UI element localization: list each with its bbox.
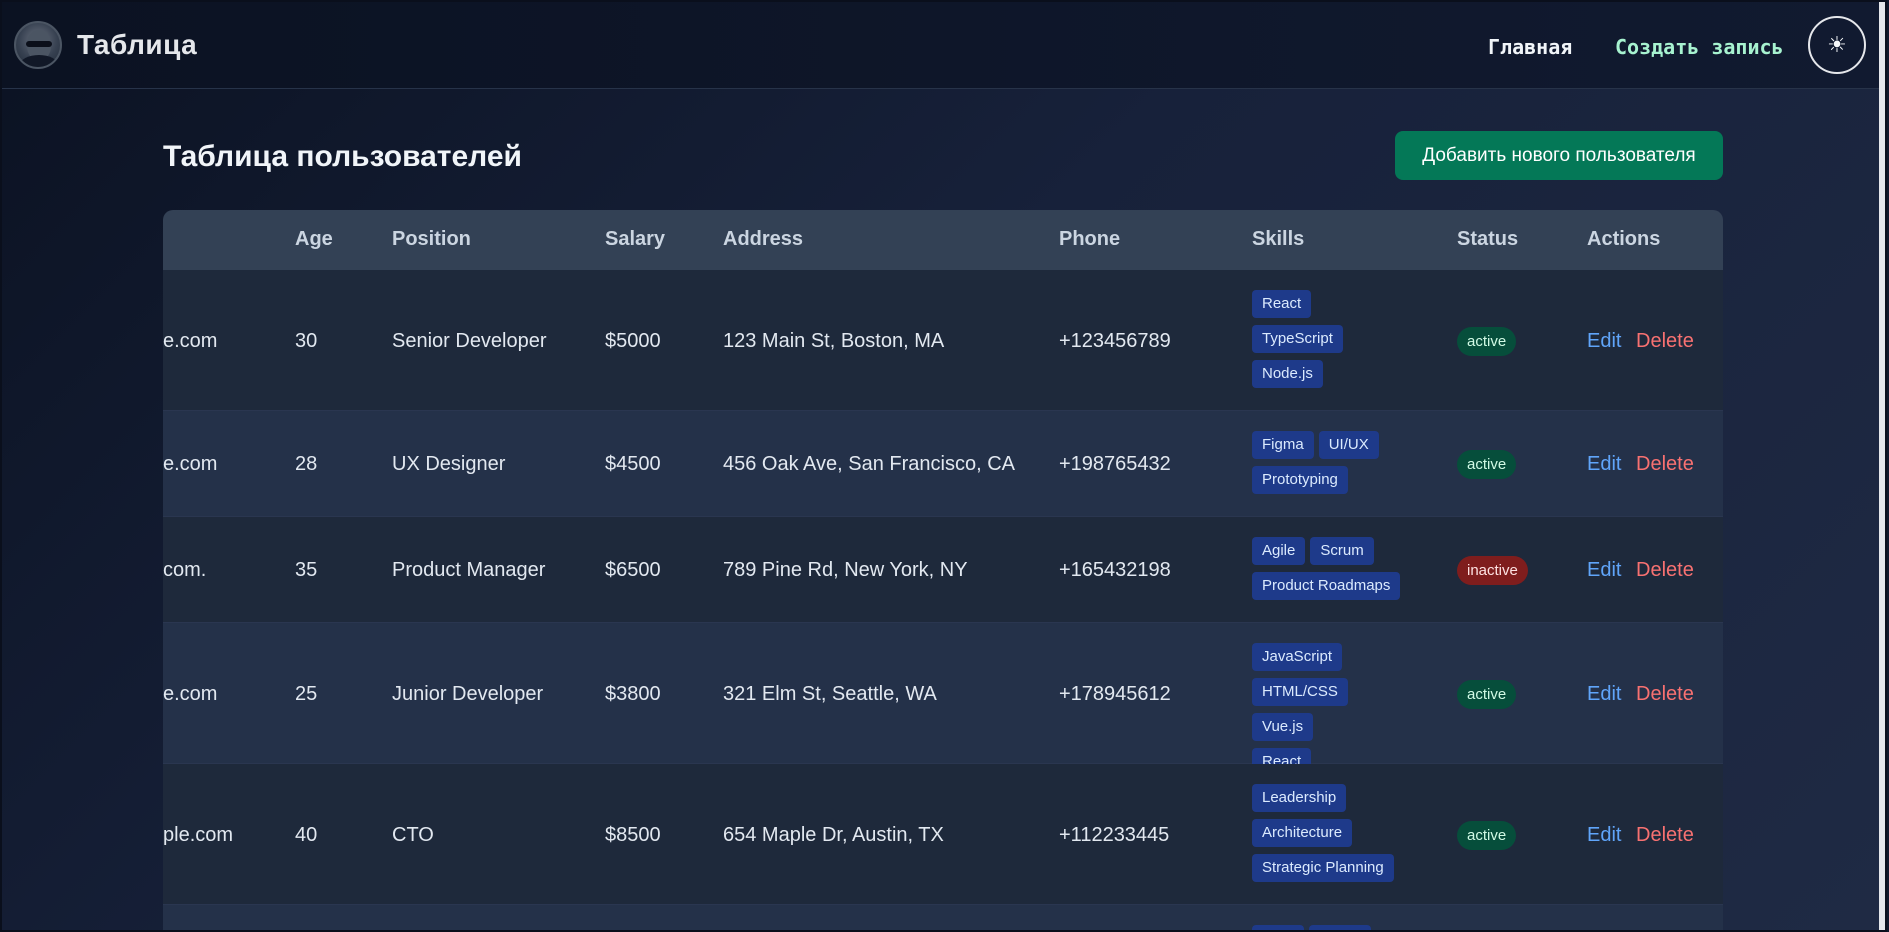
skills-cell [1252,925,1392,930]
skill-tag: TypeScript [1252,325,1343,353]
add-user-button[interactable]: Добавить нового пользователя [1395,131,1723,180]
phone-cell: +198765432 [1059,453,1171,475]
table-row: .com 35 Product Manager $6500 789 Pine R… [163,517,1723,623]
salary-cell: $3800 [605,683,661,705]
column-header-status: Status [1457,228,1519,250]
skill-tag: Product Roadmaps [1252,572,1401,600]
avatar-glasses [26,41,52,47]
phone-cell: +123456789 [1059,330,1171,352]
skill-tag [1309,925,1371,930]
theme-toggle-button[interactable]: ☀ [1808,16,1866,74]
status-badge: active [1457,821,1517,850]
salary-cell: $4500 [605,453,661,475]
phone-cell: +165432198 [1059,559,1171,581]
position-cell: Product Manager [392,559,546,581]
nav-link-create-record[interactable]: Создать запись [1615,35,1784,59]
salary-cell: $5000 [605,330,661,352]
table-row [163,905,1723,930]
skill-tag: Architecture [1252,819,1353,847]
skills-cell: JavaScript HTML/CSS Vue.js React [1252,643,1377,776]
app-window: Таблица Главная Создать запись ☀ Таблица… [0,0,1887,932]
avatar-body [20,55,58,67]
skill-tag: Strategic Planning [1252,854,1394,882]
status-badge: inactive [1457,556,1528,585]
email-cell: e.com [163,330,218,352]
window-edge [1879,2,1885,930]
skill-tag: Vue.js [1252,713,1314,741]
column-header-skills: Skills [1252,228,1305,250]
email-cell: e.com [163,683,218,705]
status-badge: active [1457,450,1517,479]
column-header-phone: Phone [1059,228,1121,250]
sun-icon: ☀ [1827,32,1847,58]
table-row: e.com 28 UX Designer $4500 456 Oak Ave, … [163,411,1723,517]
skill-tag: React [1252,290,1312,318]
skills-cell: Agile Scrum Product Roadmaps [1252,537,1412,600]
skill-tag: UI/UX [1318,431,1379,459]
table-row: e.com 25 Junior Developer $3800 321 Elm … [163,623,1723,776]
delete-button[interactable]: Delete [1636,824,1694,847]
position-cell: CTO [392,824,434,846]
position-cell: Junior Developer [392,683,544,705]
phone-cell: +112233445 [1059,824,1170,846]
salary-cell: $6500 [605,559,661,581]
page-title: Таблица пользователей [163,140,522,173]
skill-tag: Scrum [1310,537,1374,565]
skills-cell: Leadership Architecture Strategic Planni… [1252,784,1402,882]
skill-tag: Prototyping [1252,466,1348,494]
column-header-actions: Actions [1587,228,1661,250]
table-row: ple.com 40 CTO $8500 654 Maple Dr, Austi… [163,764,1723,905]
app-title: Таблица [77,29,198,60]
skill-tag: Leadership [1252,784,1347,812]
status-badge: active [1457,680,1517,709]
table-header: Age Position Salary Address Phone Skills… [163,210,1723,270]
edit-button[interactable]: Edit [1587,559,1621,582]
status-badge: active [1457,327,1517,356]
column-header-salary: Salary [605,228,666,250]
age-cell: 40 [295,824,318,846]
delete-button[interactable]: Delete [1636,453,1694,476]
salary-cell: $8500 [605,824,661,846]
address-cell: 123 Main St, Boston, MA [723,330,945,352]
email-cell: .com [163,559,207,581]
users-table: Age Position Salary Address Phone Skills… [163,210,1723,930]
skills-cell: React TypeScript Node.js [1252,290,1362,388]
edit-button[interactable]: Edit [1587,330,1621,353]
email-cell: ple.com [163,824,234,846]
address-cell: 654 Maple Dr, Austin, TX [723,824,944,846]
edit-button[interactable]: Edit [1587,824,1621,847]
skill-tag: Figma [1252,431,1314,459]
phone-cell: +178945612 [1059,683,1171,705]
edit-button[interactable]: Edit [1587,453,1621,476]
delete-button[interactable]: Delete [1636,683,1694,706]
top-navbar: Таблица Главная Создать запись ☀ [2,2,1885,89]
delete-button[interactable]: Delete [1636,330,1694,353]
skill-tag: HTML/CSS [1252,678,1348,706]
position-cell: UX Designer [392,453,506,475]
column-header-age: Age [295,228,333,250]
skill-tag: Node.js [1252,360,1323,388]
delete-button[interactable]: Delete [1636,559,1694,582]
avatar[interactable] [14,21,62,69]
age-cell: 30 [295,330,318,352]
position-cell: Senior Developer [392,330,547,352]
skills-cell: Figma UI/UX Prototyping [1252,431,1392,494]
skill-tag [1252,925,1304,930]
age-cell: 25 [295,683,318,705]
skill-tag: Agile [1252,537,1306,565]
age-cell: 35 [295,559,318,581]
table-row: e.com 30 Senior Developer $5000 123 Main… [163,270,1723,411]
column-header-position: Position [392,228,471,250]
nav-link-home[interactable]: Главная [1488,35,1572,59]
email-cell: e.com [163,453,218,475]
age-cell: 28 [295,453,318,475]
address-cell: 321 Elm St, Seattle, WA [723,683,937,705]
address-cell: 789 Pine Rd, New York, NY [723,559,968,581]
address-cell: 456 Oak Ave, San Francisco, CA [723,453,1016,475]
edit-button[interactable]: Edit [1587,683,1621,706]
column-header-address: Address [723,228,804,250]
skill-tag: JavaScript [1252,643,1343,671]
